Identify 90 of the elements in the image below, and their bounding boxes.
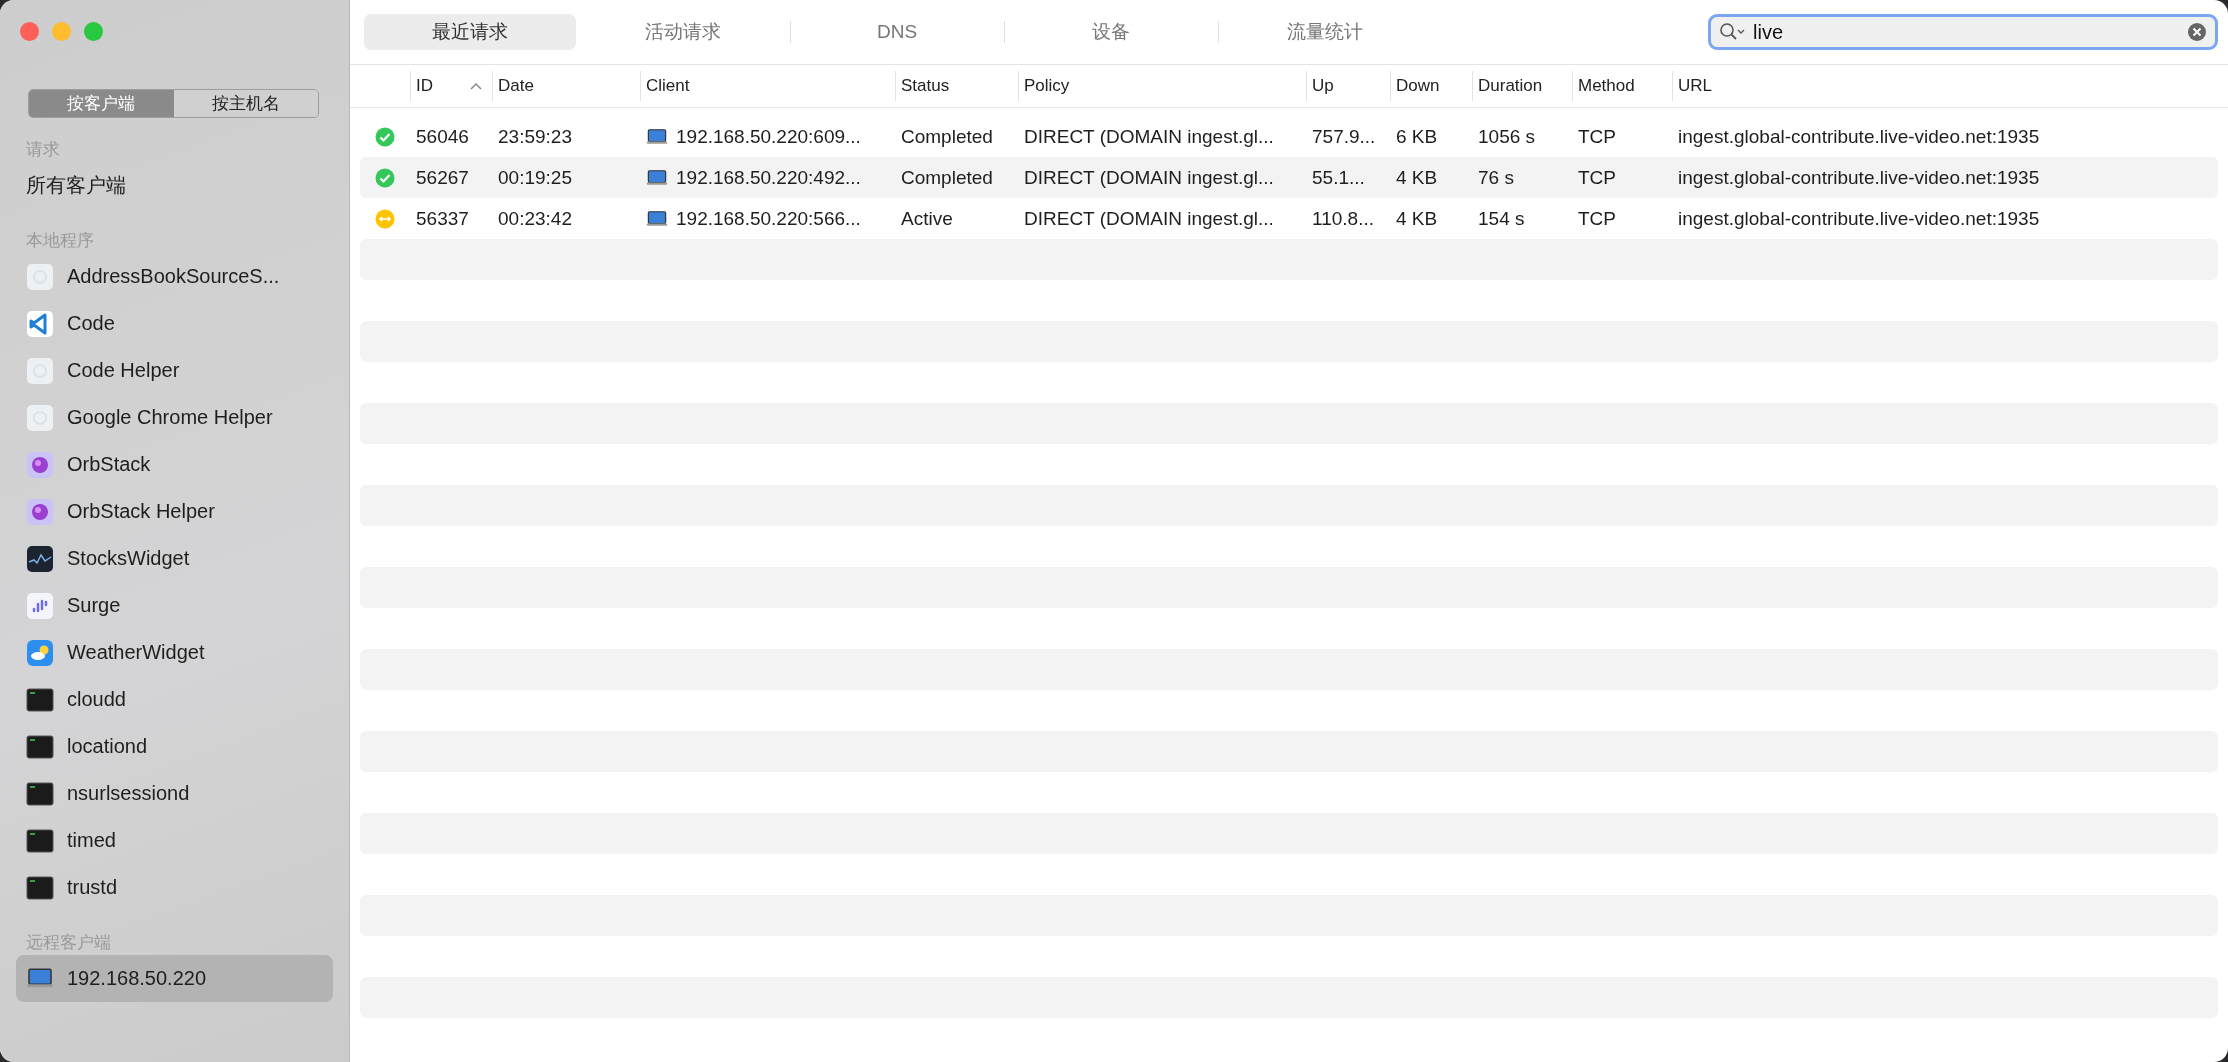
tab[interactable]: DNS [791, 14, 1003, 50]
table-cell-text: 56267 [415, 166, 470, 189]
laptop-icon [646, 168, 668, 187]
close-button[interactable] [20, 22, 39, 41]
sidebar-item[interactable]: Code Helper [16, 347, 333, 394]
sidebar-item[interactable]: AddressBookSourceS... [16, 253, 333, 300]
table-cell-text: DIRECT (DOMAIN ingest.gl... [1023, 207, 1275, 230]
table-cell-text: ingest.global-contribute.live-video.net:1935 [1677, 125, 2041, 148]
sidebar-item[interactable]: OrbStack Helper [16, 488, 333, 535]
sidebar-item[interactable]: StocksWidget [16, 535, 333, 582]
table-cell-text: TCP [1577, 125, 1617, 148]
column-header[interactable]: Method [1572, 71, 1672, 101]
column-header[interactable]: Client [640, 71, 895, 101]
weather-icon [26, 638, 54, 667]
laptop-icon [26, 967, 54, 990]
column-header[interactable]: ID [410, 71, 492, 101]
table-cell-text: 4 KB [1395, 166, 1439, 189]
table-cell-text: Active [900, 207, 954, 230]
table-cell-text: DIRECT (DOMAIN ingest.gl... [1023, 166, 1275, 189]
sidebar-item[interactable]: locationd [16, 723, 333, 770]
tab[interactable]: 活动请求 [577, 14, 789, 50]
bars-icon [26, 591, 54, 620]
terminal-icon [26, 826, 54, 855]
minimize-button[interactable] [52, 22, 71, 41]
search-input[interactable]: live [1753, 20, 2181, 44]
column-header[interactable]: Date [492, 71, 640, 101]
terminal-icon [26, 685, 54, 714]
table-cell-text: 56337 [415, 207, 470, 230]
table-cell-text: 23:59:23 [497, 125, 573, 148]
table-cell-text: 76 s [1477, 166, 1515, 189]
column-header[interactable]: Up [1306, 71, 1390, 101]
search-field[interactable]: live [1708, 14, 2218, 50]
stocks-chart-icon [26, 544, 54, 573]
search-icon [1719, 22, 1747, 42]
table-cell-text: TCP [1577, 207, 1617, 230]
table-cell-text: 00:23:42 [497, 207, 573, 230]
check-circle-icon [375, 126, 395, 147]
table-cell-text: ingest.global-contribute.live-video.net:1935 [1677, 207, 2041, 230]
table-cell: 192.168.50.220:609... [640, 125, 895, 148]
terminal-icon [26, 873, 54, 902]
terminal-icon [26, 779, 54, 808]
app-icon [26, 262, 54, 291]
check-circle-icon [375, 167, 395, 188]
sidebar-item[interactable]: trustd [16, 864, 333, 911]
app-icon [26, 403, 54, 432]
orb-icon [26, 497, 54, 526]
table-cell-text: 4 KB [1395, 207, 1439, 230]
tab[interactable]: 最近请求 [364, 14, 576, 50]
sidebar-item[interactable]: 192.168.50.220 [16, 955, 333, 1002]
table-cell-text: 55.1... [1311, 166, 1366, 189]
table-cell-text: 6 KB [1395, 125, 1439, 148]
laptop-icon [646, 127, 668, 146]
sidebar-item[interactable]: Code [16, 300, 333, 347]
table-cell-text: TCP [1577, 166, 1617, 189]
laptop-icon [646, 209, 668, 228]
sidebar-item[interactable]: OrbStack [16, 441, 333, 488]
column-header[interactable]: Status [895, 71, 1018, 101]
terminal-icon [26, 732, 54, 761]
sidebar-item[interactable]: nsurlsessiond [16, 770, 333, 817]
table-cell-text: DIRECT (DOMAIN ingest.gl... [1023, 125, 1275, 148]
sidebar-item[interactable]: WeatherWidget [16, 629, 333, 676]
tab[interactable]: 设备 [1005, 14, 1217, 50]
table-cell-text: Completed [900, 125, 994, 148]
arrows-circle-icon [375, 208, 395, 229]
table-cell: 192.168.50.220:492... [640, 166, 895, 189]
table-cell: 192.168.50.220:566... [640, 207, 895, 230]
table-cell-text: 154 s [1477, 207, 1526, 230]
table-cell-text: ingest.global-contribute.live-video.net:1935 [1677, 166, 2041, 189]
clear-icon[interactable] [2187, 22, 2207, 42]
table-cell-text: 1056 s [1477, 125, 1537, 148]
column-header[interactable]: Policy [1018, 71, 1306, 101]
sidebar-item[interactable]: cloudd [16, 676, 333, 723]
table-cell-text: 757.9... [1311, 125, 1377, 148]
column-header[interactable]: URL [1672, 71, 2212, 101]
zoom-button[interactable] [84, 22, 103, 41]
tab[interactable]: 流量统计 [1219, 14, 1431, 50]
orb-icon [26, 450, 54, 479]
column-header[interactable]: Down [1390, 71, 1472, 101]
table-row[interactable]: 56267 00:19:25 192.168.50.220:492... Completed DIRECT (DOMAIN ingest.gl... 55.1... 4 KB 76 s TCP ingest.global-contribute.live-video.net:1935 [360, 157, 2218, 198]
sidebar-item[interactable]: 所有客户端 [16, 162, 333, 209]
table-cell-text: 00:19:25 [497, 166, 573, 189]
app-icon [26, 356, 54, 385]
column-header[interactable]: Duration [1472, 71, 1572, 101]
code-editor-icon [26, 309, 54, 338]
table-cell-text: Completed [900, 166, 994, 189]
sidebar-item[interactable]: Google Chrome Helper [16, 394, 333, 441]
table-cell-text: 56046 [415, 125, 470, 148]
sidebar-item[interactable]: timed [16, 817, 333, 864]
sidebar-item[interactable]: Surge [16, 582, 333, 629]
table-cell-text: 110.8... [1311, 207, 1375, 230]
